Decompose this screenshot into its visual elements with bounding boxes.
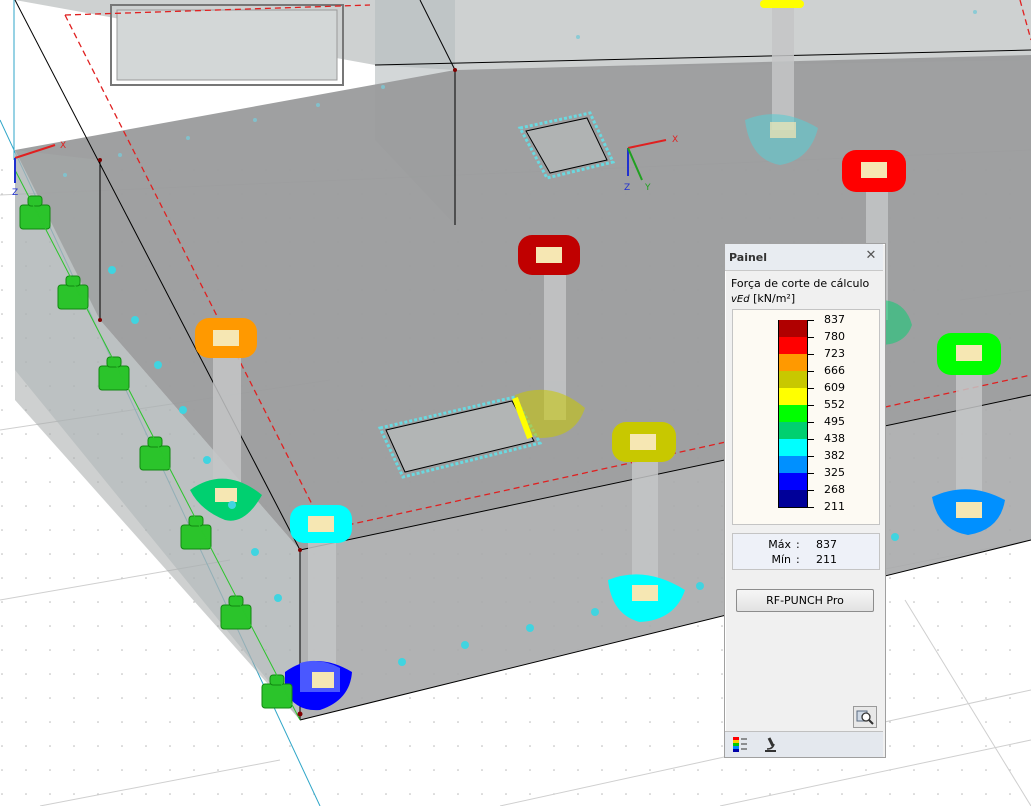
scale-swatch	[778, 439, 808, 456]
min-max-box: Máx : 837 Mín : 211	[732, 533, 880, 570]
panel-window[interactable]: Painel ✕ Força de corte de cálculo vEd […	[724, 243, 886, 758]
scale-swatch	[778, 388, 808, 405]
min-value: 211	[816, 553, 837, 566]
panel-title: Painel	[729, 251, 768, 264]
color-scale-icon[interactable]	[731, 735, 749, 753]
panel-footer	[725, 731, 883, 757]
axis-y-label-center: Y	[644, 183, 651, 193]
scale-swatch	[778, 490, 808, 507]
axis-x-label: X	[60, 141, 66, 151]
scale-value: 780	[824, 330, 845, 343]
scale-value: 495	[824, 415, 845, 428]
result-heading: Força de corte de cálculo	[731, 277, 870, 290]
scale-value: 552	[824, 398, 845, 411]
rf-punch-pro-button[interactable]: RF-PUNCH Pro	[736, 589, 874, 612]
scale-value: 666	[824, 364, 845, 377]
axis-z-label-center: Z	[624, 183, 630, 193]
scale-swatch	[778, 337, 808, 354]
scale-swatch	[778, 456, 808, 473]
scale-swatch	[778, 371, 808, 388]
scale-swatch	[778, 354, 808, 371]
max-value: 837	[816, 538, 837, 551]
panel-titlebar[interactable]: Painel ✕	[725, 244, 883, 271]
max-label: Máx	[768, 538, 791, 551]
scale-value: 382	[824, 449, 845, 462]
scale-swatch	[778, 320, 808, 337]
result-unit: vEd [kN/m²]	[731, 292, 795, 305]
unit-symbol: vEd	[731, 294, 750, 305]
scale-swatch	[778, 405, 808, 422]
color-scale: 837 780 723 666 609 552 495 438 382 325 268 211	[732, 309, 880, 525]
axis-z-label: Z	[12, 188, 18, 198]
scale-value: 268	[824, 483, 845, 496]
scale-value: 609	[824, 381, 845, 394]
scale-value: 211	[824, 500, 845, 513]
scale-value: 837	[824, 313, 845, 326]
scale-swatch	[778, 473, 808, 490]
zoom-icon[interactable]	[853, 706, 877, 728]
scale-value: 438	[824, 432, 845, 445]
microscope-icon[interactable]	[761, 735, 779, 753]
scale-value: 723	[824, 347, 845, 360]
axis-x-label-center: X	[672, 135, 678, 145]
unit-label: [kN/m²]	[753, 292, 796, 305]
min-label: Mín	[771, 553, 791, 566]
scale-swatch	[778, 422, 808, 439]
close-icon[interactable]: ✕	[864, 249, 878, 263]
scale-value: 325	[824, 466, 845, 479]
